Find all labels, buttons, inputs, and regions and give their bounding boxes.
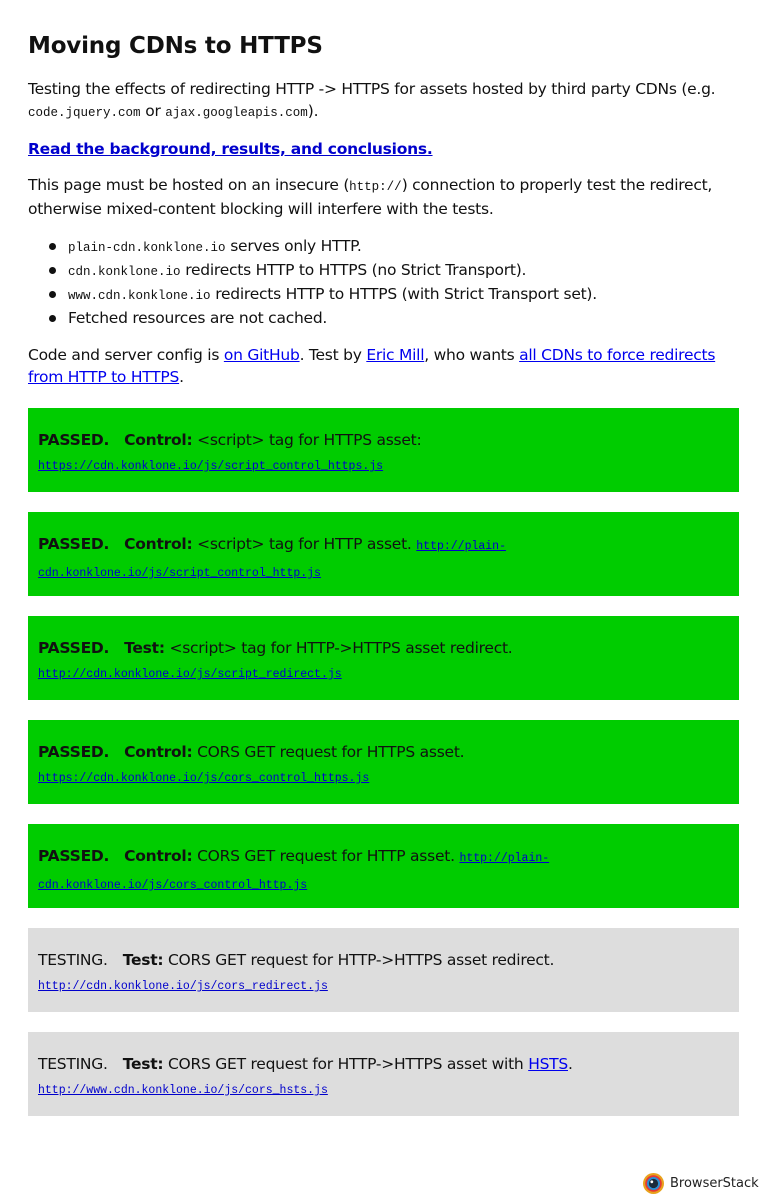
test-asset-link[interactable]: https://cdn.konklone.io/js/cors_control_… bbox=[38, 772, 369, 785]
list-item-code: cdn.konklone.io bbox=[68, 265, 181, 279]
credits-paragraph: Code and server config is on GitHub. Tes… bbox=[28, 344, 739, 388]
list-item-text: redirects HTTP to HTTPS (no Strict Trans… bbox=[180, 261, 527, 279]
test-description: <script> tag for HTTP->HTTPS asset redir… bbox=[164, 639, 513, 657]
credits-text: Code and server config is bbox=[28, 346, 224, 364]
test-status: TESTING. bbox=[38, 1055, 108, 1073]
test-status: PASSED. bbox=[38, 535, 110, 553]
list-item: www.cdn.konklone.io redirects HTTP to HT… bbox=[49, 283, 739, 307]
credits-text: , who wants bbox=[424, 346, 520, 364]
hsts-link[interactable]: HSTS bbox=[528, 1055, 568, 1073]
test-description: CORS GET request for HTTP->HTTPS asset r… bbox=[163, 951, 555, 969]
test-kind: Control: bbox=[124, 535, 193, 553]
test-status: PASSED. bbox=[38, 639, 110, 657]
insecure-paragraph: This page must be hosted on an insecure … bbox=[28, 174, 739, 220]
credits-text: . bbox=[179, 368, 184, 386]
list-item-text: serves only HTTP. bbox=[225, 237, 362, 255]
test-status: PASSED. bbox=[38, 431, 110, 449]
test-kind: Test: bbox=[122, 1055, 164, 1073]
host-list: plain-cdn.konklone.io serves only HTTP. … bbox=[28, 235, 739, 329]
test-description: CORS GET request for HTTP asset. bbox=[192, 847, 455, 865]
test-kind: Test: bbox=[124, 639, 165, 657]
test-description: <script> tag for HTTP asset. bbox=[192, 535, 412, 553]
list-item-text: redirects HTTP to HTTPS (with Strict Tra… bbox=[210, 285, 597, 303]
test-result-box: PASSED. Test: <script> tag for HTTP->HTTP… bbox=[28, 616, 739, 700]
page-title: Moving CDNs to HTTPS bbox=[28, 33, 323, 59]
browserstack-badge: BrowserStack bbox=[643, 1171, 759, 1195]
test-kind: Control: bbox=[124, 847, 193, 865]
test-result-box: PASSED. Control: CORS GET request for HTT… bbox=[28, 824, 739, 908]
test-description-suffix: . bbox=[568, 1055, 573, 1073]
test-result-box: TESTING. Test: CORS GET request for HTTP-… bbox=[28, 928, 739, 1012]
intro-paragraph: Testing the effects of redirecting HTTP … bbox=[28, 78, 739, 124]
intro-code-googleapis: ajax.googleapis.com bbox=[165, 106, 308, 120]
intro-code-jquery: code.jquery.com bbox=[28, 106, 141, 120]
list-item-code: www.cdn.konklone.io bbox=[68, 289, 211, 303]
list-item-code: plain-cdn.konklone.io bbox=[68, 241, 226, 255]
background-paragraph: Read the background, results, and conclu… bbox=[28, 138, 739, 160]
page-content: Moving CDNs to HTTPS Testing the effects… bbox=[28, 0, 739, 1136]
credits-text: . Test by bbox=[299, 346, 367, 364]
intro-text: Testing the effects of redirecting HTTP … bbox=[28, 80, 716, 98]
github-link[interactable]: on GitHub bbox=[224, 346, 300, 364]
browserstack-label: BrowserStack bbox=[670, 1175, 759, 1191]
test-result-box: PASSED. Control: CORS GET request for HTT… bbox=[28, 720, 739, 804]
intro-or: or bbox=[140, 102, 166, 120]
test-results: PASSED. Control: <script> tag for HTTPS a… bbox=[28, 408, 739, 1116]
insecure-code: http:// bbox=[349, 180, 402, 194]
test-result-box: TESTING. Test: CORS GET request for HTTP-… bbox=[28, 1032, 739, 1116]
test-description: CORS GET request for HTTP->HTTPS asset w… bbox=[163, 1055, 529, 1073]
test-result-box: PASSED. Control: <script> tag for HTTP as… bbox=[28, 512, 739, 596]
background-link[interactable]: Read the background, results, and conclu… bbox=[28, 140, 433, 158]
author-link[interactable]: Eric Mill bbox=[366, 346, 424, 364]
browserstack-logo-icon bbox=[643, 1172, 664, 1194]
test-asset-link[interactable]: http://cdn.konklone.io/js/cors_redirect.… bbox=[38, 980, 328, 993]
list-item: cdn.konklone.io redirects HTTP to HTTPS … bbox=[49, 259, 739, 283]
test-asset-link[interactable]: http://cdn.konklone.io/js/script_redirec… bbox=[38, 668, 342, 681]
list-item: plain-cdn.konklone.io serves only HTTP. bbox=[49, 235, 739, 259]
insecure-text-before: This page must be hosted on an insecure … bbox=[28, 176, 350, 194]
test-description: <script> tag for HTTPS asset: bbox=[192, 431, 422, 449]
test-asset-link[interactable]: http://www.cdn.konklone.io/js/cors_hsts.… bbox=[38, 1084, 328, 1097]
test-status: TESTING. bbox=[38, 951, 108, 969]
test-result-box: PASSED. Control: <script> tag for HTTPS a… bbox=[28, 408, 739, 492]
test-kind: Control: bbox=[124, 743, 193, 761]
list-item-text: Fetched resources are not cached. bbox=[68, 309, 328, 327]
test-kind: Control: bbox=[124, 431, 193, 449]
test-kind: Test: bbox=[122, 951, 164, 969]
test-description: CORS GET request for HTTPS asset. bbox=[192, 743, 465, 761]
list-item: Fetched resources are not cached. bbox=[49, 307, 739, 329]
test-status: PASSED. bbox=[38, 847, 110, 865]
test-asset-link[interactable]: https://cdn.konklone.io/js/script_contro… bbox=[38, 460, 383, 473]
test-status: PASSED. bbox=[38, 743, 110, 761]
intro-end: ). bbox=[307, 102, 319, 120]
